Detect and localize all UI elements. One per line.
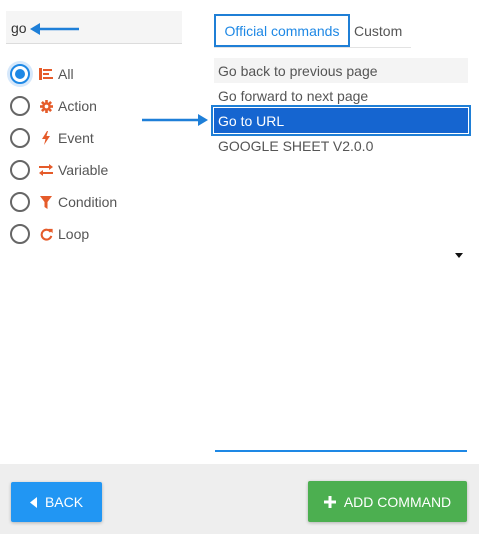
callout-arrow-right-icon [142,114,208,126]
command-item[interactable]: Go forward to next page [214,83,468,108]
list-focus-underline [215,450,467,452]
caret-left-icon [29,496,37,508]
filter-condition[interactable]: Condition [9,186,179,218]
filter-loop[interactable]: Loop [9,218,179,250]
caret-down-icon[interactable] [455,253,463,258]
command-item[interactable]: GOOGLE SHEET V2.0.0 [214,133,468,158]
command-list: Go back to previous page Go forward to n… [211,58,471,158]
back-button-label: BACK [44,494,84,510]
category-filter-list: All Action Event Variable Condition Loop [9,58,179,250]
radio-condition[interactable] [10,192,30,212]
tab-custom[interactable]: Custom [354,14,410,47]
back-button[interactable]: BACK [11,482,102,522]
filter-label-condition: Condition [58,194,118,210]
radio-loop[interactable] [10,224,30,244]
filter-label-variable: Variable [58,162,109,178]
radio-action[interactable] [10,96,30,116]
funnel-icon [38,195,54,209]
gear-icon [38,99,54,113]
radio-variable[interactable] [10,160,30,180]
filter-label-action: Action [58,98,97,114]
tab-official-commands[interactable]: Official commands [214,14,350,47]
command-item-selected[interactable]: Go to URL [211,105,471,136]
plus-icon [323,495,336,508]
add-command-button[interactable]: ADD COMMAND [308,481,467,522]
radio-event[interactable] [10,128,30,148]
filter-all[interactable]: All [9,58,179,90]
filter-label-all: All [58,66,74,82]
radio-all[interactable] [10,64,30,84]
add-command-label: ADD COMMAND [343,493,452,510]
lightning-icon [38,131,54,145]
exchange-icon [38,164,54,176]
command-item[interactable]: Go back to previous page [214,58,468,83]
callout-arrow-left-icon [30,23,79,35]
refresh-icon [38,228,54,241]
filter-label-event: Event [58,130,94,146]
filter-variable[interactable]: Variable [9,154,179,186]
tab-divider [214,47,411,48]
filter-label-loop: Loop [58,226,90,242]
list-icon [38,68,54,80]
